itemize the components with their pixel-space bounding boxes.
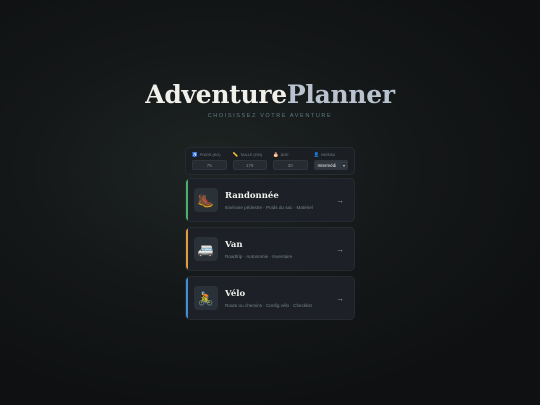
card-subtitle: Route ou chemins · Config vélo · Checkli…	[225, 302, 312, 308]
height-field: 📏 Taille (cm) 175	[232, 152, 268, 170]
arrow-right-icon: →	[336, 195, 344, 205]
arrow-right-icon: →	[336, 244, 344, 254]
cake-icon: 🎂	[273, 152, 279, 157]
level-field: 👤 Niveau Intermédi ▾	[313, 152, 349, 170]
card-subtitle: Itinéraire pédestre · Poids du sac · Mat…	[225, 204, 313, 210]
age-label-text: Âge	[280, 153, 289, 157]
level-label-text: Niveau	[321, 153, 336, 157]
height-input[interactable]: 175	[232, 160, 267, 170]
height-label: 📏 Taille (cm)	[233, 152, 268, 158]
weight-input[interactable]: 75	[192, 160, 227, 170]
tagline: CHOISISSEZ VOTRE AVENTURE	[207, 113, 333, 119]
chevron-down-icon: ▾	[342, 162, 345, 168]
card-subtitle: Roadtrip · Autonomie · Inventaire	[225, 253, 293, 259]
age-label: 🎂 Âge	[273, 152, 308, 158]
card-title: Van	[225, 239, 243, 250]
weight-label-text: Poids (kg)	[199, 153, 221, 157]
weight-field: ♿ Poids (kg) 75	[192, 152, 227, 170]
arrow-right-icon: →	[336, 293, 344, 303]
ruler-icon: 📏	[232, 152, 239, 157]
card-velo[interactable]: 🚴 Vélo Route ou chemins · Config vélo · …	[185, 276, 355, 320]
van-icon: 🚐	[194, 237, 218, 261]
app-title-part2: Planner	[286, 80, 395, 109]
card-title: Vélo	[225, 288, 246, 299]
card-accent	[186, 277, 188, 319]
person-icon: 👤	[313, 152, 320, 157]
parameters-panel: ♿ Poids (kg) 75 📏 Taille (cm) 175 🎂 Âge …	[185, 147, 355, 175]
app-title-part1: Adventure	[145, 80, 287, 109]
level-select[interactable]: Intermédi ▾	[313, 160, 348, 170]
level-select-value: Intermédi	[317, 162, 337, 168]
age-field: 🎂 Âge 30	[273, 152, 308, 170]
cyclist-icon: 🚴	[194, 286, 218, 310]
card-randonnee[interactable]: 🥾 Randonnée Itinéraire pédestre · Poids …	[185, 178, 355, 222]
app-title: AdventurePlanner	[0, 80, 540, 109]
card-accent	[186, 179, 188, 221]
weight-icon: ♿	[192, 152, 198, 157]
height-label-text: Taille (cm)	[240, 153, 262, 157]
level-label: 👤 Niveau	[314, 152, 349, 158]
hiking-boot-icon: 🥾	[194, 188, 218, 212]
card-van[interactable]: 🚐 Van Roadtrip · Autonomie · Inventaire …	[185, 227, 355, 271]
card-title: Randonnée	[225, 190, 279, 201]
card-accent	[186, 228, 188, 270]
age-input[interactable]: 30	[273, 160, 308, 170]
weight-label: ♿ Poids (kg)	[192, 152, 227, 158]
